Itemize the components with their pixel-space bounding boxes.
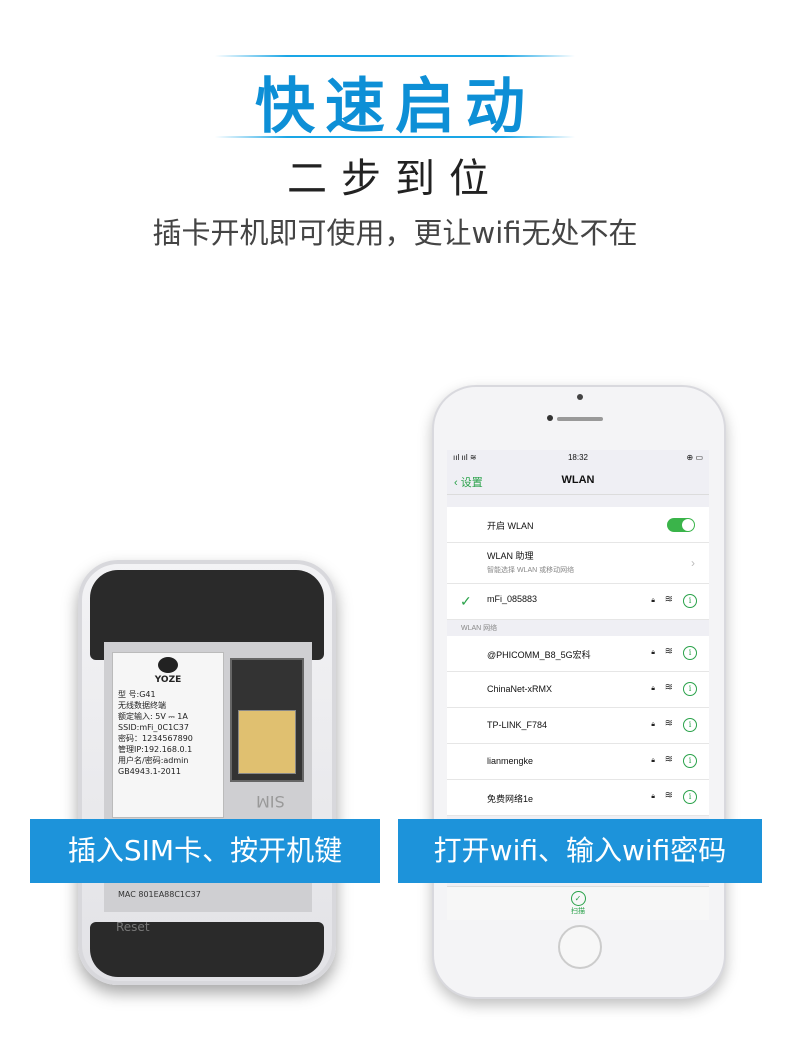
connected-network-row[interactable]: ✓ mFi_085883 🔒︎ ≋ i <box>447 584 709 620</box>
lock-icon: 🔒︎ <box>651 649 655 656</box>
assistant-label: WLAN 助理 <box>487 551 534 561</box>
nav-title: WLAN <box>561 474 595 486</box>
lock-icon: 🔒︎ <box>651 685 655 692</box>
bottom-toolbar: ✓ 扫描 <box>447 886 709 920</box>
network-name: @PHICOMM_B8_5G宏科 <box>487 650 591 660</box>
wifi-icon: ≋ <box>664 790 673 801</box>
network-row[interactable]: ChinaNet-xRMX 🔒︎ ≋ i <box>447 672 709 708</box>
network-row[interactable]: TP-LINK_F784 🔒︎ ≋ i <box>447 708 709 744</box>
front-camera-icon <box>547 415 553 421</box>
info-icon[interactable]: i <box>683 790 697 804</box>
network-name: lianmengke <box>487 756 534 766</box>
network-row[interactable]: @PHICOMM_B8_5G宏科 🔒︎ ≋ i <box>447 636 709 672</box>
label-line: 无线数据终端 <box>118 701 166 710</box>
mac-address: MAC 801EA88C1C37 <box>118 890 201 899</box>
label-line: 密码：1234567890 <box>118 734 193 743</box>
nav-bar: ‹ 设置 WLAN <box>447 466 709 495</box>
info-icon[interactable]: i <box>683 718 697 732</box>
title-bottom-rule <box>215 136 575 138</box>
step1-banner: 插入SIM卡、按开机键 <box>30 819 380 883</box>
info-icon[interactable]: i <box>683 682 697 696</box>
assistant-sub: 智能选择 WLAN 或移动网络 <box>487 567 575 574</box>
mifi-router: YOZE 型 号:G41 无线数据终端 额定输入: 5V ⎓ 1A SSID:m… <box>78 560 336 985</box>
tagline: 插卡开机即可使用，更让wifi无处不在 <box>152 216 638 250</box>
label-line: SSID:mFi_0C1C37 <box>118 723 189 732</box>
battery-icon: ⊕ ▭ <box>686 453 703 462</box>
checkmark-icon: ✓ <box>460 593 472 609</box>
network-name: ChinaNet-xRMX <box>487 684 553 694</box>
wifi-icon: ≋ <box>664 682 673 693</box>
wifi-icon: ≋ <box>664 646 673 657</box>
brand-logo-icon <box>158 657 178 673</box>
step2-banner: 打开wifi、输入wifi密码 <box>398 819 762 883</box>
scan-label[interactable]: 扫描 <box>447 906 709 916</box>
label-line: 管理IP:192.168.0.1 <box>118 745 193 754</box>
status-bar: ııl ııl ≋ 18:32 ⊕ ▭ <box>447 450 709 466</box>
brand-name: YOZE <box>154 675 182 685</box>
page-title: 快速启动 <box>255 72 535 142</box>
wifi-icon: ≋ <box>664 594 673 605</box>
home-button[interactable] <box>558 925 602 969</box>
network-name: 免费网络1e <box>487 794 534 804</box>
info-icon[interactable]: i <box>683 646 697 660</box>
lock-icon: 🔒︎ <box>651 757 655 764</box>
info-icon[interactable]: i <box>683 754 697 768</box>
info-icon[interactable]: i <box>683 594 697 608</box>
wlan-toggle[interactable] <box>667 518 695 532</box>
network-row[interactable]: 免费网络1e 🔒︎ ≋ i <box>447 780 709 816</box>
lock-icon: 🔒︎ <box>651 597 655 604</box>
wlan-assistant-row[interactable]: WLAN 助理 智能选择 WLAN 或移动网络 › <box>447 543 709 584</box>
label-line: GB4943.1-2011 <box>118 767 181 776</box>
network-name: TP-LINK_F784 <box>487 720 548 730</box>
section-header: WLAN 网络 <box>461 625 498 632</box>
label-line: 型 号:G41 <box>118 690 156 699</box>
page-subtitle: 二步到位 <box>287 156 503 202</box>
phone-sensor-dot <box>577 394 583 400</box>
wlan-toggle-label: 开启 WLAN <box>487 521 534 531</box>
wifi-icon: ≋ <box>664 718 673 729</box>
chevron-right-icon: › <box>691 556 695 570</box>
settings-group: 开启 WLAN WLAN 助理 智能选择 WLAN 或移动网络 › ✓ mFi_… <box>447 507 709 620</box>
device-label: YOZE 型 号:G41 无线数据终端 额定输入: 5V ⎓ 1A SSID:m… <box>112 652 224 818</box>
network-name: mFi_085883 <box>487 594 538 604</box>
sim-card <box>238 710 296 774</box>
lock-icon: 🔒︎ <box>651 721 655 728</box>
lock-icon: 🔒︎ <box>651 793 655 800</box>
wifi-icon: ≋ <box>664 754 673 765</box>
wlan-toggle-row[interactable]: 开启 WLAN <box>447 507 709 543</box>
status-time: 18:32 <box>567 453 589 462</box>
network-list: @PHICOMM_B8_5G宏科 🔒︎ ≋ i ChinaNet-xRMX 🔒︎… <box>447 636 709 816</box>
sim-slot-label: SIM <box>256 792 285 811</box>
network-row[interactable]: lianmengke 🔒︎ ≋ i <box>447 744 709 780</box>
label-line: 用户名/密码:admin <box>118 756 189 765</box>
scan-icon[interactable]: ✓ <box>570 891 586 906</box>
title-top-rule <box>215 55 575 57</box>
label-line: 额定输入: 5V ⎓ 1A <box>118 712 188 721</box>
reset-button-label[interactable]: Reset <box>116 920 150 934</box>
earpiece-speaker <box>557 417 603 421</box>
